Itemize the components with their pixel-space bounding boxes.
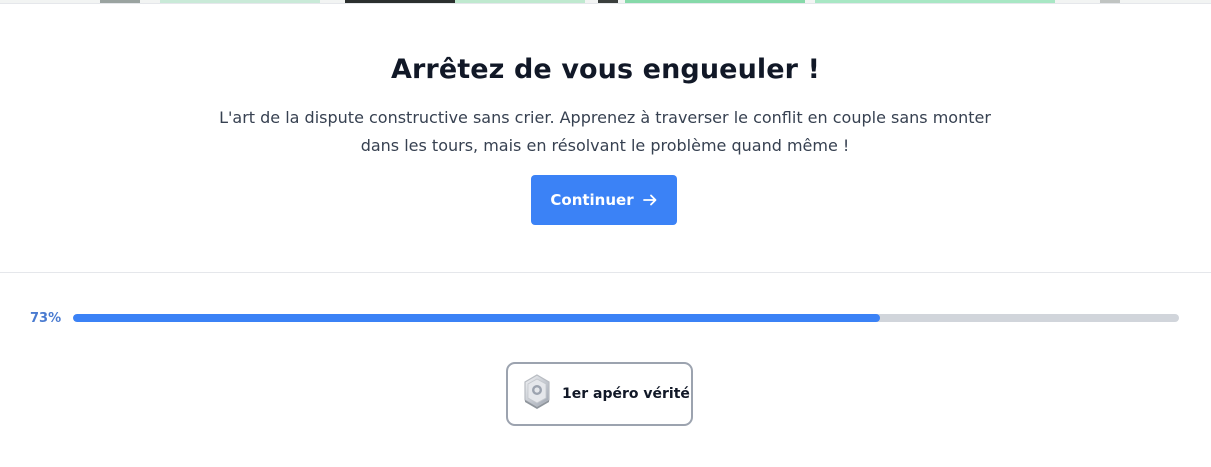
progress-section: 73% 1er apéro vérité [0, 273, 1211, 467]
continue-button[interactable]: Continuer [531, 175, 677, 225]
course-description-line-1: L'art de la dispute constructive sans cr… [219, 108, 991, 127]
progress-bar-fill [73, 314, 881, 322]
course-intro: Arrêtez de vous engueuler ! L'art de la … [0, 4, 1211, 272]
arrow-right-icon [642, 192, 658, 208]
course-description-line-2: dans les tours, mais en résolvant le pro… [360, 136, 850, 155]
achievement-label: 1er apéro vérité [562, 386, 690, 402]
achievement-badge[interactable]: 1er apéro vérité [506, 362, 693, 426]
hexagon-medal-icon [522, 373, 552, 415]
course-title: Arrêtez de vous engueuler ! [391, 54, 820, 85]
progress-bar [73, 314, 1179, 322]
course-description: L'art de la dispute constructive sans cr… [205, 104, 1005, 160]
page: Arrêtez de vous engueuler ! L'art de la … [0, 0, 1211, 467]
progress-percentage: 73% [30, 311, 62, 326]
continue-button-label: Continuer [550, 191, 634, 209]
